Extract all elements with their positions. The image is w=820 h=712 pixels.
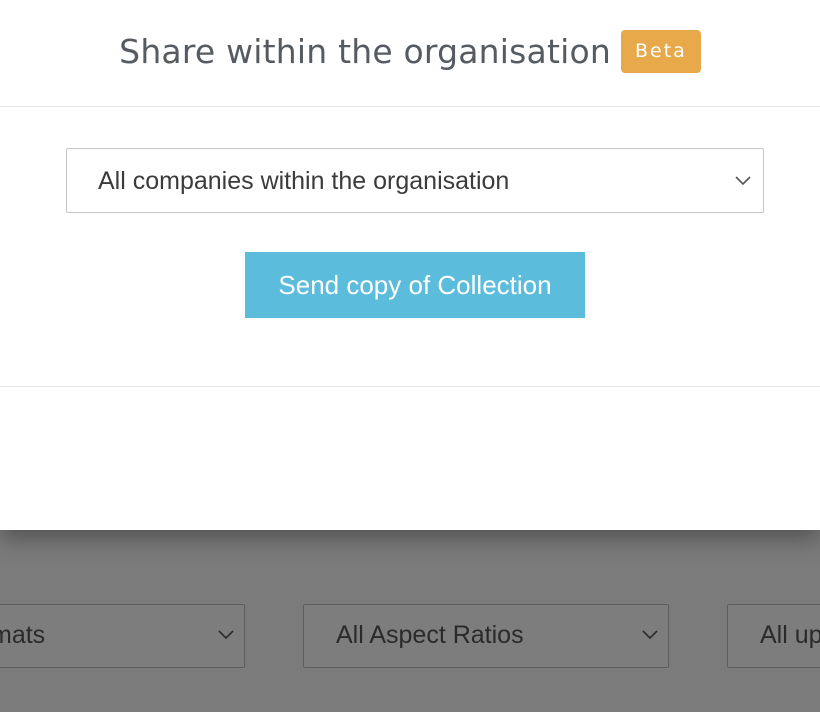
- uploads-filter-select[interactable]: All up: [727, 604, 820, 668]
- modal-divider: [0, 386, 820, 387]
- chevron-down-icon: [735, 176, 751, 186]
- organisation-scope-select[interactable]: All companies within the organisation: [66, 148, 764, 213]
- chevron-down-icon: [642, 630, 658, 640]
- share-modal: Share within the organisation Beta All co…: [0, 0, 820, 530]
- chevron-down-icon: [218, 630, 234, 640]
- send-copy-button[interactable]: Send copy of Collection: [245, 252, 585, 318]
- modal-title-text: Share within the organisation: [119, 32, 611, 71]
- formats-filter-select[interactable]: mats: [0, 604, 245, 668]
- modal-title: Share within the organisation Beta: [0, 30, 820, 73]
- formats-filter-label: mats: [0, 621, 46, 649]
- uploads-filter-label: All up: [760, 621, 820, 649]
- aspect-ratio-filter-select[interactable]: All Aspect Ratios: [303, 604, 669, 668]
- beta-badge: Beta: [620, 30, 701, 73]
- modal-header: Share within the organisation Beta: [0, 0, 820, 107]
- organisation-scope-selected-value: All companies within the organisation: [98, 167, 510, 195]
- aspect-ratio-filter-label: All Aspect Ratios: [336, 621, 524, 649]
